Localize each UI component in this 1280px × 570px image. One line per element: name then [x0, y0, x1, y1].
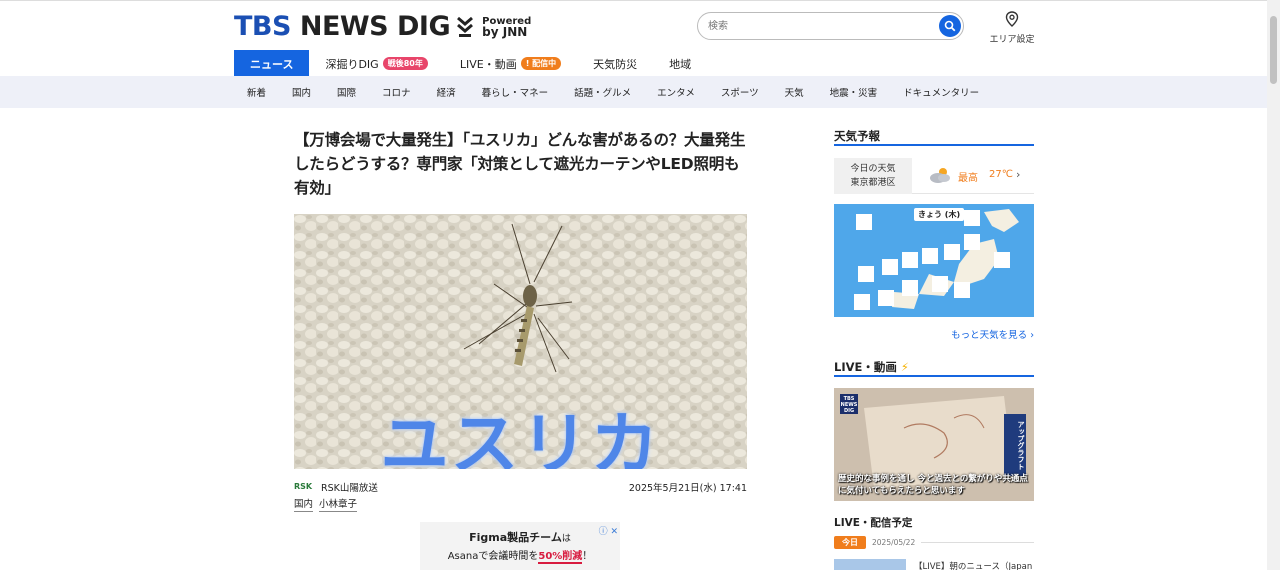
nav-weather-label: 天気防災 — [593, 57, 638, 71]
nav-weather-disaster[interactable]: 天気防災 — [577, 50, 653, 77]
category-sports[interactable]: スポーツ — [708, 85, 772, 99]
category-corona[interactable]: コロナ — [369, 85, 424, 99]
rsk-logo: RSK — [294, 482, 313, 491]
search-input[interactable] — [708, 17, 928, 35]
category-documentary[interactable]: ドキュメンタリー — [890, 85, 992, 99]
nav-live-video[interactable]: LIVE・動画! 配信中 — [444, 50, 577, 77]
site-logo[interactable]: TBS NEWS DIG Powered by JNN — [234, 11, 531, 42]
logo-powered: Powered by JNN — [482, 15, 532, 39]
more-weather-link[interactable]: もっと天気を見る › — [834, 327, 1034, 341]
live-video-thumbnail[interactable]: TBS NEWS DIG アップグラフト 歴史的な事例を通し 今と過去との繋がり… — [834, 388, 1034, 501]
weather-high-temp: 27℃ — [989, 169, 1013, 180]
nav-region-label: 地域 — [669, 57, 692, 71]
source-name[interactable]: RSK山陽放送 — [321, 480, 378, 494]
search-button[interactable] — [939, 15, 961, 37]
logo-dig-icon — [457, 16, 474, 37]
main-nav: ニュース 深掘りDIG 戦後80年 LIVE・動画! 配信中 天気防災 地域 — [234, 50, 707, 77]
location-pin-icon — [1005, 11, 1019, 27]
schedule-thumbnail — [834, 559, 906, 570]
nav-news[interactable]: ニュース — [234, 50, 310, 77]
category-new[interactable]: 新着 — [234, 85, 279, 99]
category-international[interactable]: 国際 — [324, 85, 369, 99]
postwar-badge: 戦後80年 — [382, 57, 428, 70]
category-life-money[interactable]: 暮らし・マネー — [469, 85, 562, 99]
today-badge: 今日 — [834, 536, 866, 549]
weather-location: 今日の天気 東京都港区 — [834, 158, 912, 194]
publish-datetime: 2025年5月21日(水) 17:41 — [628, 483, 747, 494]
article-headline: 【万博会場で大量発生】「ユスリカ」どんな害があるの？大量発生したらどうする？専門… — [294, 131, 746, 197]
lightning-icon: ⚡ — [900, 360, 909, 374]
category-entertainment[interactable]: エンタメ — [644, 85, 708, 99]
nav-deepdig[interactable]: 深掘りDIG 戦後80年 — [309, 50, 443, 77]
weather-section-title: 天気予報 — [834, 128, 1034, 146]
weather-high-label: 最高 — [958, 173, 978, 184]
ad-info-close-icon[interactable]: ⓘ ✕ — [599, 524, 618, 537]
site-header: TBS NEWS DIG Powered by JNN 検索 エリア設定 ニュー… — [0, 0, 1267, 77]
sidebar: 天気予報 今日の天気 東京都港区 最高 27℃ › きょう (木) もっと天気を… — [834, 128, 1034, 570]
category-domestic[interactable]: 国内 — [279, 85, 324, 99]
page: TBS NEWS DIG Powered by JNN 検索 エリア設定 ニュー… — [0, 0, 1280, 570]
weather-map[interactable]: きょう (木) — [834, 204, 1034, 317]
logo-text: TBS NEWS DIG — [234, 11, 451, 42]
nav-live-label: LIVE・動画 — [459, 57, 517, 71]
ad-subline: Asanaで会議時間を50%削減！ — [447, 551, 593, 564]
advertisement[interactable]: ⓘ ✕ Figma製品チームは Asanaで会議時間を50%削減！ — [420, 522, 620, 570]
video-channel-logo: TBS NEWS DIG — [840, 394, 858, 414]
scrollbar-thumb[interactable] — [1270, 16, 1277, 84]
area-setting-button[interactable]: エリア設定 — [988, 11, 1036, 45]
today-weather[interactable]: 今日の天気 東京都港区 最高 27℃ › — [834, 158, 1034, 194]
nav-news-label: ニュース — [250, 57, 294, 71]
category-weather[interactable]: 天気 — [772, 85, 817, 99]
video-side-caption: アップグラフト — [1004, 414, 1026, 476]
schedule-date: 2025/05/22 — [872, 538, 916, 547]
tag-author[interactable]: 小林章子 — [319, 496, 358, 512]
hero-overlay-text: ユスリカ — [380, 406, 661, 469]
category-economy[interactable]: 経済 — [424, 85, 469, 99]
nav-deepdig-label: 深掘りDIG — [325, 57, 379, 71]
search-icon — [944, 20, 956, 32]
page-scrollbar[interactable] — [1267, 0, 1280, 570]
streaming-badge: ! 配信中 — [520, 57, 562, 70]
partly-cloudy-icon — [930, 168, 950, 183]
category-earthquake-disaster[interactable]: 地震・災害 — [817, 85, 891, 99]
article-hero-image[interactable]: ユスリカ — [294, 214, 747, 469]
tag-domestic[interactable]: 国内 — [294, 496, 314, 512]
category-topics-gourmet[interactable]: 話題・グルメ — [561, 85, 644, 99]
schedule-title: LIVE・配信予定 — [834, 517, 913, 529]
schedule-date-row: 今日 2025/05/22 — [834, 536, 1034, 549]
ad-headline: Figma製品チームは — [469, 531, 571, 544]
article: 【万博会場で大量発生】「ユスリカ」どんな害があるの？大量発生したらどうする？専門… — [294, 128, 747, 570]
category-nav: 新着 国内 国際 コロナ 経済 暮らし・マネー 話題・グルメ エンタメ スポーツ… — [0, 76, 1267, 108]
video-caption: 歴史的な事例を通し 今と過去との繋がりや共通点に気付いてもらえたらと思います — [838, 474, 1028, 496]
search-box — [697, 12, 964, 40]
chevron-right-icon: › — [1016, 168, 1021, 181]
live-section-title: LIVE・動画 ⚡ — [834, 359, 1034, 377]
schedule-divider — [921, 542, 1034, 543]
article-meta: RSK RSK山陽放送 2025年5月21日(水) 17:41 — [294, 480, 747, 496]
area-setting-label: エリア設定 — [989, 35, 1035, 45]
nav-region[interactable]: 地域 — [653, 50, 707, 77]
schedule-item-title: 【LIVE】朝のニュース（Japan — [914, 562, 1033, 570]
weather-map-title: きょう (木) — [914, 208, 965, 221]
article-tags: 国内 小林章子 — [294, 496, 363, 512]
schedule-item[interactable]: 【LIVE】朝のニュース（Japan — [834, 559, 1034, 570]
